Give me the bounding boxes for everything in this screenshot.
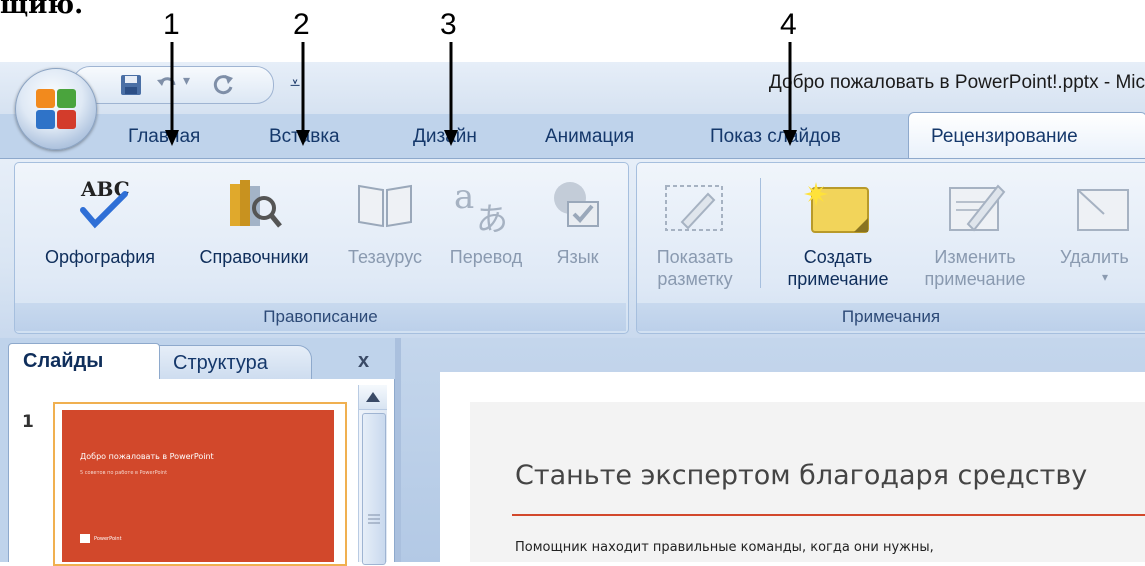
edit-comment-label-2: примечание xyxy=(924,269,1026,289)
research-label: Справочники xyxy=(199,247,309,267)
group-comments-label: Примечания xyxy=(637,303,1145,331)
translate-button[interactable]: a あ Перевод xyxy=(436,168,536,293)
group-divider xyxy=(760,178,761,288)
spelling-abc-icon: ABC xyxy=(80,177,130,229)
scroll-thumb[interactable] xyxy=(362,413,386,565)
translate-label: Перевод xyxy=(449,247,523,267)
show-markup-label-2: разметку xyxy=(657,269,733,289)
slide-title-underline xyxy=(512,514,1145,516)
new-comment-button[interactable]: Создать примечание xyxy=(768,168,908,298)
thumbnail-title: Добро пожаловать в PowerPoint xyxy=(80,452,214,461)
thesaurus-label: Тезаурус xyxy=(347,247,423,267)
slide-title[interactable]: Станьте экспертом благодаря средству xyxy=(515,460,1087,491)
svg-text:あ: あ xyxy=(476,200,508,234)
thumbnail-subtitle: 5 советов по работе в PowerPoint xyxy=(80,470,168,476)
new-comment-label-2: примечание xyxy=(787,269,889,289)
delete-comment-icon xyxy=(1077,189,1129,231)
delete-dropdown-icon[interactable]: ▾ xyxy=(1102,270,1108,284)
delete-comment-label: Удалить xyxy=(1060,247,1129,267)
slide-thumbnail[interactable]: Добро пожаловать в PowerPoint 5 советов … xyxy=(62,410,334,562)
group-proofing-label: Правописание xyxy=(15,303,626,331)
new-comment-label-1: Создать xyxy=(803,247,873,267)
tab-outline[interactable]: Структура xyxy=(150,345,312,380)
pane-splitter[interactable] xyxy=(395,338,401,562)
delete-comment-button[interactable]: Удалить ▾ xyxy=(1050,168,1145,298)
show-markup-button[interactable]: Показать разметку xyxy=(640,168,750,298)
tab-slides-label: Слайды xyxy=(23,350,104,372)
research-books-icon xyxy=(230,180,282,228)
tab-slides[interactable]: Слайды xyxy=(8,343,160,380)
translate-icon: a あ xyxy=(454,177,508,234)
powerpoint-logo-icon xyxy=(80,534,90,543)
spelling-label: Орфография xyxy=(44,247,156,267)
edit-comment-label-1: Изменить xyxy=(934,247,1016,267)
office-button[interactable] xyxy=(15,68,97,150)
edit-comment-button[interactable]: Изменить примечание xyxy=(910,168,1040,298)
scroll-up-button[interactable] xyxy=(359,385,387,410)
show-markup-label-1: Показать xyxy=(656,247,734,267)
research-button[interactable]: Справочники xyxy=(176,168,332,293)
show-markup-icon xyxy=(665,185,723,231)
language-globe-icon xyxy=(554,182,599,227)
chevron-up-icon xyxy=(366,392,380,402)
spelling-button[interactable]: ABC Орфография xyxy=(30,168,170,293)
close-icon[interactable]: x xyxy=(358,350,369,373)
annotation-arrows xyxy=(165,42,797,146)
new-comment-icon xyxy=(804,182,869,233)
tab-outline-label: Структура xyxy=(173,352,268,374)
language-label: Язык xyxy=(556,247,599,267)
slides-scrollbar[interactable] xyxy=(358,385,387,565)
slide-body-text[interactable]: Помощник находит правильные команды, ког… xyxy=(515,540,934,555)
slide-number: 1 xyxy=(22,412,34,432)
thesaurus-book-icon xyxy=(358,184,412,228)
grip-icon xyxy=(368,514,380,524)
thesaurus-button[interactable]: Тезаурус xyxy=(335,168,435,293)
office-logo-icon xyxy=(36,89,76,129)
edit-comment-icon xyxy=(949,184,1006,232)
language-button[interactable]: Язык xyxy=(540,168,615,293)
svg-text:a: a xyxy=(454,177,474,217)
thumbnail-brand: PowerPoint xyxy=(94,536,122,542)
